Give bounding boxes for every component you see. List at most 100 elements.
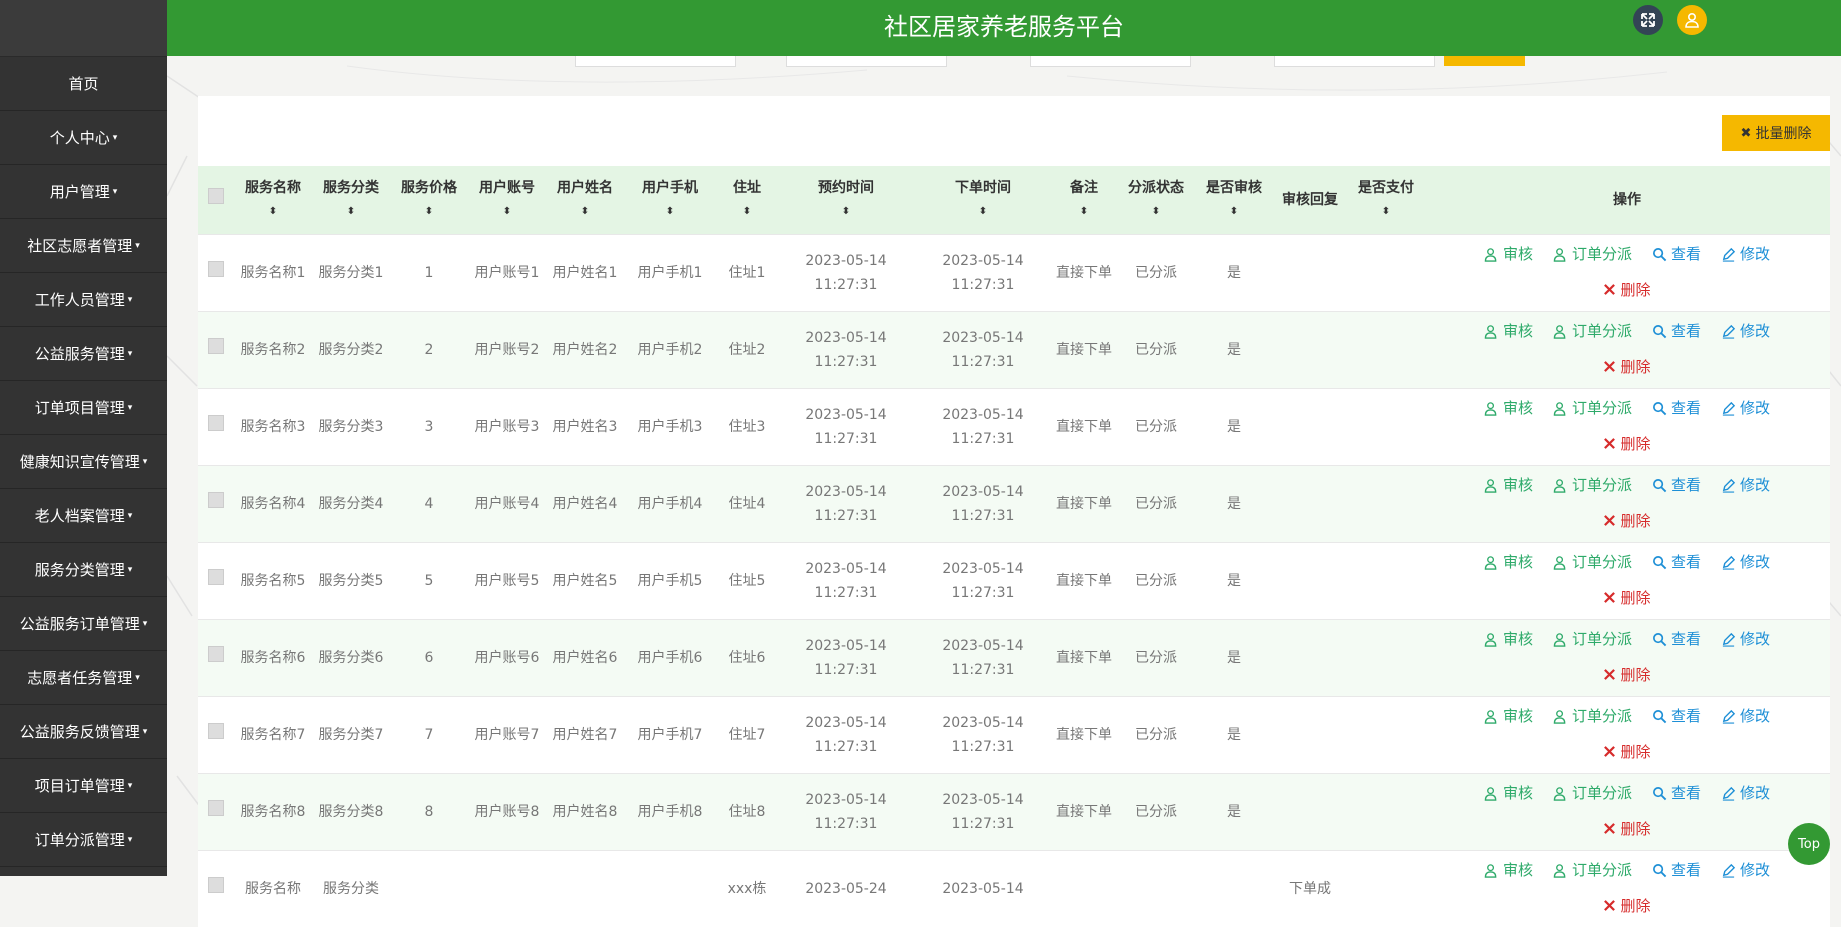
review-button[interactable]: 审核 — [1484, 396, 1533, 420]
review-button[interactable]: 审核 — [1484, 242, 1533, 266]
column-header[interactable]: 备注⬍ — [1052, 166, 1116, 235]
column-header[interactable]: 住址⬍ — [716, 166, 778, 235]
delete-button[interactable]: 删除 — [1603, 586, 1650, 610]
delete-button[interactable]: 删除 — [1603, 663, 1650, 687]
review-button[interactable]: 审核 — [1484, 550, 1533, 574]
column-header[interactable]: 用户姓名⬍ — [546, 166, 624, 235]
sidebar-item[interactable]: 个人中心▾ — [0, 111, 167, 165]
search-input[interactable] — [575, 56, 736, 67]
dispatch-button[interactable]: 订单分派 — [1553, 473, 1632, 497]
sort-icon[interactable]: ⬍ — [1054, 200, 1114, 224]
row-checkbox[interactable] — [208, 877, 224, 893]
delete-button[interactable]: 删除 — [1603, 355, 1650, 379]
sort-icon[interactable]: ⬍ — [470, 200, 544, 224]
sort-icon[interactable]: ⬍ — [236, 200, 310, 224]
search-input[interactable] — [1274, 56, 1435, 67]
dispatch-button[interactable]: 订单分派 — [1553, 242, 1632, 266]
row-checkbox[interactable] — [208, 415, 224, 431]
edit-button[interactable]: 修改 — [1721, 473, 1770, 497]
dispatch-button[interactable]: 订单分派 — [1553, 858, 1632, 882]
sidebar-item[interactable]: 公益服务订单管理▾ — [0, 597, 167, 651]
column-header[interactable]: 预约时间⬍ — [778, 166, 914, 235]
row-checkbox[interactable] — [208, 723, 224, 739]
review-button[interactable]: 审核 — [1484, 781, 1533, 805]
sidebar-item[interactable]: 用户管理▾ — [0, 165, 167, 219]
row-checkbox[interactable] — [208, 646, 224, 662]
row-checkbox[interactable] — [208, 800, 224, 816]
sidebar-item[interactable]: 老人档案管理▾ — [0, 489, 167, 543]
view-button[interactable]: 查看 — [1652, 704, 1701, 728]
sort-icon[interactable]: ⬍ — [392, 200, 466, 224]
sort-icon[interactable]: ⬍ — [718, 200, 776, 224]
sort-icon[interactable]: ⬍ — [314, 200, 388, 224]
row-checkbox[interactable] — [208, 569, 224, 585]
sidebar-item[interactable]: 公益服务反馈管理▾ — [0, 705, 167, 759]
delete-button[interactable]: 删除 — [1603, 817, 1650, 841]
back-to-top-button[interactable]: Top — [1788, 823, 1830, 865]
edit-button[interactable]: 修改 — [1721, 781, 1770, 805]
view-button[interactable]: 查看 — [1652, 396, 1701, 420]
sidebar-item[interactable]: 社区志愿者管理▾ — [0, 219, 167, 273]
sort-icon[interactable]: ⬍ — [1198, 200, 1270, 224]
dispatch-button[interactable]: 订单分派 — [1553, 781, 1632, 805]
view-button[interactable]: 查看 — [1652, 627, 1701, 651]
edit-button[interactable]: 修改 — [1721, 242, 1770, 266]
review-button[interactable]: 审核 — [1484, 858, 1533, 882]
dispatch-button[interactable]: 订单分派 — [1553, 319, 1632, 343]
view-button[interactable]: 查看 — [1652, 319, 1701, 343]
edit-button[interactable]: 修改 — [1721, 858, 1770, 882]
dispatch-button[interactable]: 订单分派 — [1553, 550, 1632, 574]
view-button[interactable]: 查看 — [1652, 550, 1701, 574]
edit-button[interactable]: 修改 — [1721, 550, 1770, 574]
edit-button[interactable]: 修改 — [1721, 704, 1770, 728]
column-header[interactable]: 用户账号⬍ — [468, 166, 546, 235]
sort-icon[interactable]: ⬍ — [916, 200, 1050, 224]
column-header[interactable]: 分派状态⬍ — [1116, 166, 1196, 235]
view-button[interactable]: 查看 — [1652, 473, 1701, 497]
view-button[interactable]: 查看 — [1652, 242, 1701, 266]
dispatch-button[interactable]: 订单分派 — [1553, 627, 1632, 651]
review-button[interactable]: 审核 — [1484, 704, 1533, 728]
edit-button[interactable]: 修改 — [1721, 627, 1770, 651]
sidebar-item[interactable]: 订单分派管理▾ — [0, 813, 167, 867]
delete-button[interactable]: 删除 — [1603, 894, 1650, 918]
sidebar-item[interactable]: 工作人员管理▾ — [0, 273, 167, 327]
delete-button[interactable]: 删除 — [1603, 432, 1650, 456]
edit-button[interactable]: 修改 — [1721, 396, 1770, 420]
dispatch-button[interactable]: 订单分派 — [1553, 396, 1632, 420]
sort-icon[interactable]: ⬍ — [626, 200, 714, 224]
review-button[interactable]: 审核 — [1484, 473, 1533, 497]
sort-icon[interactable]: ⬍ — [780, 200, 912, 224]
sidebar-item[interactable]: 志愿者任务管理▾ — [0, 651, 167, 705]
sidebar-item[interactable]: 服务分类管理▾ — [0, 543, 167, 597]
select-all-checkbox[interactable] — [208, 188, 224, 204]
user-avatar-button[interactable] — [1677, 5, 1707, 35]
column-header[interactable]: 是否审核⬍ — [1196, 166, 1272, 235]
column-header[interactable]: 服务价格⬍ — [390, 166, 468, 235]
row-checkbox[interactable] — [208, 492, 224, 508]
column-header[interactable]: 用户手机⬍ — [624, 166, 716, 235]
fullscreen-button[interactable] — [1633, 5, 1663, 35]
row-checkbox[interactable] — [208, 261, 224, 277]
delete-button[interactable]: 删除 — [1603, 278, 1650, 302]
column-header[interactable]: 是否支付⬍ — [1348, 166, 1424, 235]
column-header[interactable]: 服务分类⬍ — [312, 166, 390, 235]
sort-icon[interactable]: ⬍ — [548, 200, 622, 224]
sidebar-item[interactable]: 订单项目管理▾ — [0, 381, 167, 435]
column-header[interactable]: 下单时间⬍ — [914, 166, 1052, 235]
batch-delete-button[interactable]: ✖ 批量删除 — [1722, 115, 1830, 151]
sidebar-item[interactable]: 首页 — [0, 57, 167, 111]
edit-button[interactable]: 修改 — [1721, 319, 1770, 343]
sort-icon[interactable]: ⬍ — [1350, 200, 1422, 224]
search-button[interactable] — [1444, 56, 1525, 66]
row-checkbox[interactable] — [208, 338, 224, 354]
sidebar-item[interactable]: 公益服务管理▾ — [0, 327, 167, 381]
sidebar-item[interactable]: 项目订单管理▾ — [0, 759, 167, 813]
dispatch-button[interactable]: 订单分派 — [1553, 704, 1632, 728]
delete-button[interactable]: 删除 — [1603, 509, 1650, 533]
sort-icon[interactable]: ⬍ — [1118, 200, 1194, 224]
view-button[interactable]: 查看 — [1652, 858, 1701, 882]
review-button[interactable]: 审核 — [1484, 319, 1533, 343]
review-button[interactable]: 审核 — [1484, 627, 1533, 651]
view-button[interactable]: 查看 — [1652, 781, 1701, 805]
